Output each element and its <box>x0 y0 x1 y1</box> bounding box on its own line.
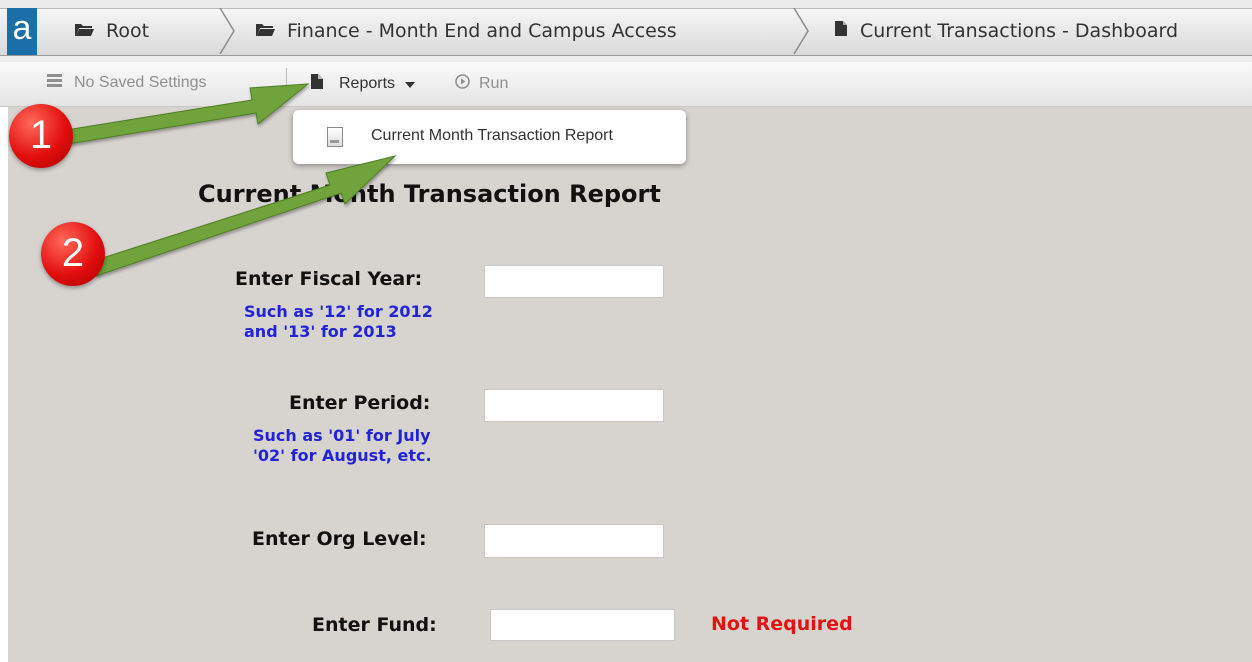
step-badge-1: 1 <box>9 104 73 168</box>
list-icon <box>47 74 62 92</box>
step-badge-2: 2 <box>41 222 105 286</box>
fund-input[interactable] <box>490 609 675 641</box>
fund-label: Enter Fund: <box>312 614 437 636</box>
run-label: Run <box>479 75 509 92</box>
fiscal-year-hint: Such as '12' for 2012 and '13' for 2013 <box>244 302 433 341</box>
not-required-note: Not Required <box>711 613 853 635</box>
reports-label: Reports <box>339 75 396 92</box>
fiscal-year-label: Enter Fiscal Year: <box>235 268 423 290</box>
toolbar: No Saved Settings Reports Run <box>0 62 1252 107</box>
report-file-icon <box>327 127 343 147</box>
saved-settings-label: No Saved Settings <box>74 74 207 91</box>
breadcrumb-item-finance[interactable]: Finance - Month End and Campus Access <box>255 8 677 54</box>
page-title: Current Month Transaction Report <box>198 180 661 208</box>
document-icon <box>311 74 323 94</box>
toolbar-divider <box>286 68 287 100</box>
org-level-label: Enter Org Level: <box>252 528 427 550</box>
saved-settings-button[interactable]: No Saved Settings <box>47 74 207 92</box>
breadcrumb-bar: a Root Finance - Month End and Campus Ac… <box>0 0 1252 62</box>
period-label: Enter Period: <box>289 392 431 414</box>
folder-icon <box>255 21 275 42</box>
breadcrumb-label: Current Transactions - Dashboard <box>860 20 1179 42</box>
period-input[interactable] <box>484 389 664 422</box>
breadcrumb-separator <box>792 7 810 55</box>
reports-dropdown-menu: Current Month Transaction Report <box>293 110 686 164</box>
breadcrumb-label: Root <box>106 20 150 42</box>
document-icon <box>834 20 848 42</box>
menu-item-current-month-transaction-report[interactable]: Current Month Transaction Report <box>371 127 613 145</box>
play-circle-icon <box>455 74 470 94</box>
breadcrumb-item-current-transactions[interactable]: Current Transactions - Dashboard <box>834 8 1178 54</box>
breadcrumb-label: Finance - Month End and Campus Access <box>287 20 677 42</box>
org-level-input[interactable] <box>484 524 664 558</box>
run-button[interactable]: Run <box>455 74 508 94</box>
caret-down-icon <box>405 75 416 93</box>
folder-icon <box>74 21 94 42</box>
reports-menu-button[interactable]: Reports <box>311 74 416 94</box>
breadcrumb-item-root[interactable]: Root <box>74 8 149 54</box>
period-hint: Such as '01' for July '02' for August, e… <box>253 426 432 465</box>
fiscal-year-input[interactable] <box>484 265 664 298</box>
app-logo[interactable]: a <box>7 8 37 55</box>
breadcrumb-separator <box>218 7 236 55</box>
